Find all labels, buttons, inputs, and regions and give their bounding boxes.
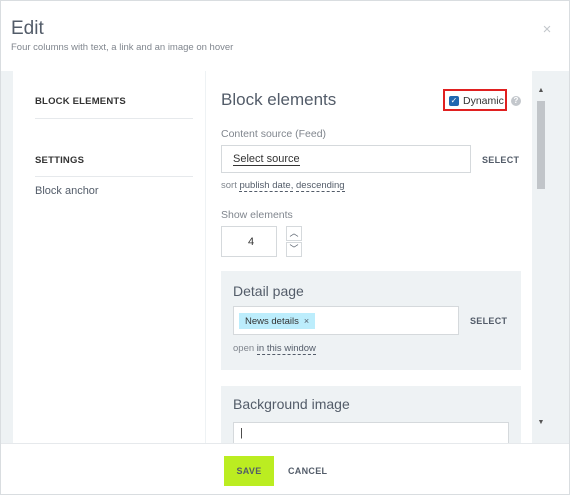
dynamic-label: Dynamic [463,95,504,107]
dialog-header: Edit Four columns with text, a link and … [1,1,569,71]
save-button[interactable]: SAVE [224,456,274,486]
select-detail-page-button[interactable]: SELECT [470,316,507,326]
open-target: open in this window [233,343,316,355]
section-title: Block elements [221,90,337,109]
show-elements-input[interactable]: 4 [221,226,277,257]
sidebar: BLOCK ELEMENTS SETTINGS Block anchor [13,71,205,443]
sort-order-link[interactable]: descending [296,180,345,192]
sort-prefix: sort [221,180,237,191]
help-icon[interactable]: ? [511,96,521,106]
select-source-button[interactable]: SELECT [482,155,519,165]
dialog-subtitle: Four columns with text, a link and an im… [11,42,234,53]
show-elements-value[interactable]: 4 [248,236,254,248]
chevron-up-icon[interactable]: ︿ [286,226,302,241]
close-icon[interactable]: × [540,22,554,37]
content-source-label: Content source (Feed) [221,128,327,140]
tag-label: News details [245,316,299,327]
sidebar-divider [35,118,193,119]
tag-remove-icon[interactable]: × [304,316,309,326]
sidebar-divider [35,176,193,177]
detail-page-card: Detail page News details × SELECT open in… [221,271,521,370]
dialog-title: Edit [11,18,44,39]
background-image-value[interactable]: | [240,427,243,439]
sort-field-link[interactable]: publish date, [239,180,294,192]
scrollbar-thumb[interactable] [537,101,545,189]
edit-dialog: Edit Four columns with text, a link and … [0,0,570,495]
scrollbar[interactable]: ▲ ▼ [535,83,547,443]
sidebar-heading-settings: SETTINGS [35,155,85,166]
chevron-down-icon[interactable]: ﹀ [286,242,302,257]
background-image-field[interactable]: | [233,422,509,443]
sort-settings: sort publish date, descending [221,180,345,192]
scroll-up-icon[interactable]: ▲ [537,87,545,95]
checkbox-checked-icon[interactable]: ✓ [449,96,459,106]
scroll-down-icon[interactable]: ▼ [537,419,545,427]
detail-page-title: Detail page [233,283,304,299]
detail-page-field[interactable]: News details × [233,306,459,335]
show-elements-label: Show elements [221,209,293,221]
background-image-card: Background image | [221,386,521,443]
content-source-field[interactable]: Select source [221,145,471,173]
sidebar-item-block-anchor[interactable]: Block anchor [35,185,99,197]
main-content: Block elements ✓ Dynamic ? Content sourc… [206,71,532,443]
detail-page-tag: News details × [239,313,316,329]
dialog-body: BLOCK ELEMENTS SETTINGS Block anchor Blo… [1,71,569,443]
open-prefix: open [233,343,255,354]
open-target-link[interactable]: in this window [256,343,316,355]
dynamic-checkbox[interactable]: ✓ Dynamic [443,89,507,111]
cancel-button[interactable]: CANCEL [288,456,327,486]
content-source-value[interactable]: Select source [233,153,300,166]
sidebar-item-block-elements[interactable]: BLOCK ELEMENTS [35,96,126,107]
dialog-footer: SAVE CANCEL [1,443,569,494]
background-image-title: Background image [233,396,350,412]
